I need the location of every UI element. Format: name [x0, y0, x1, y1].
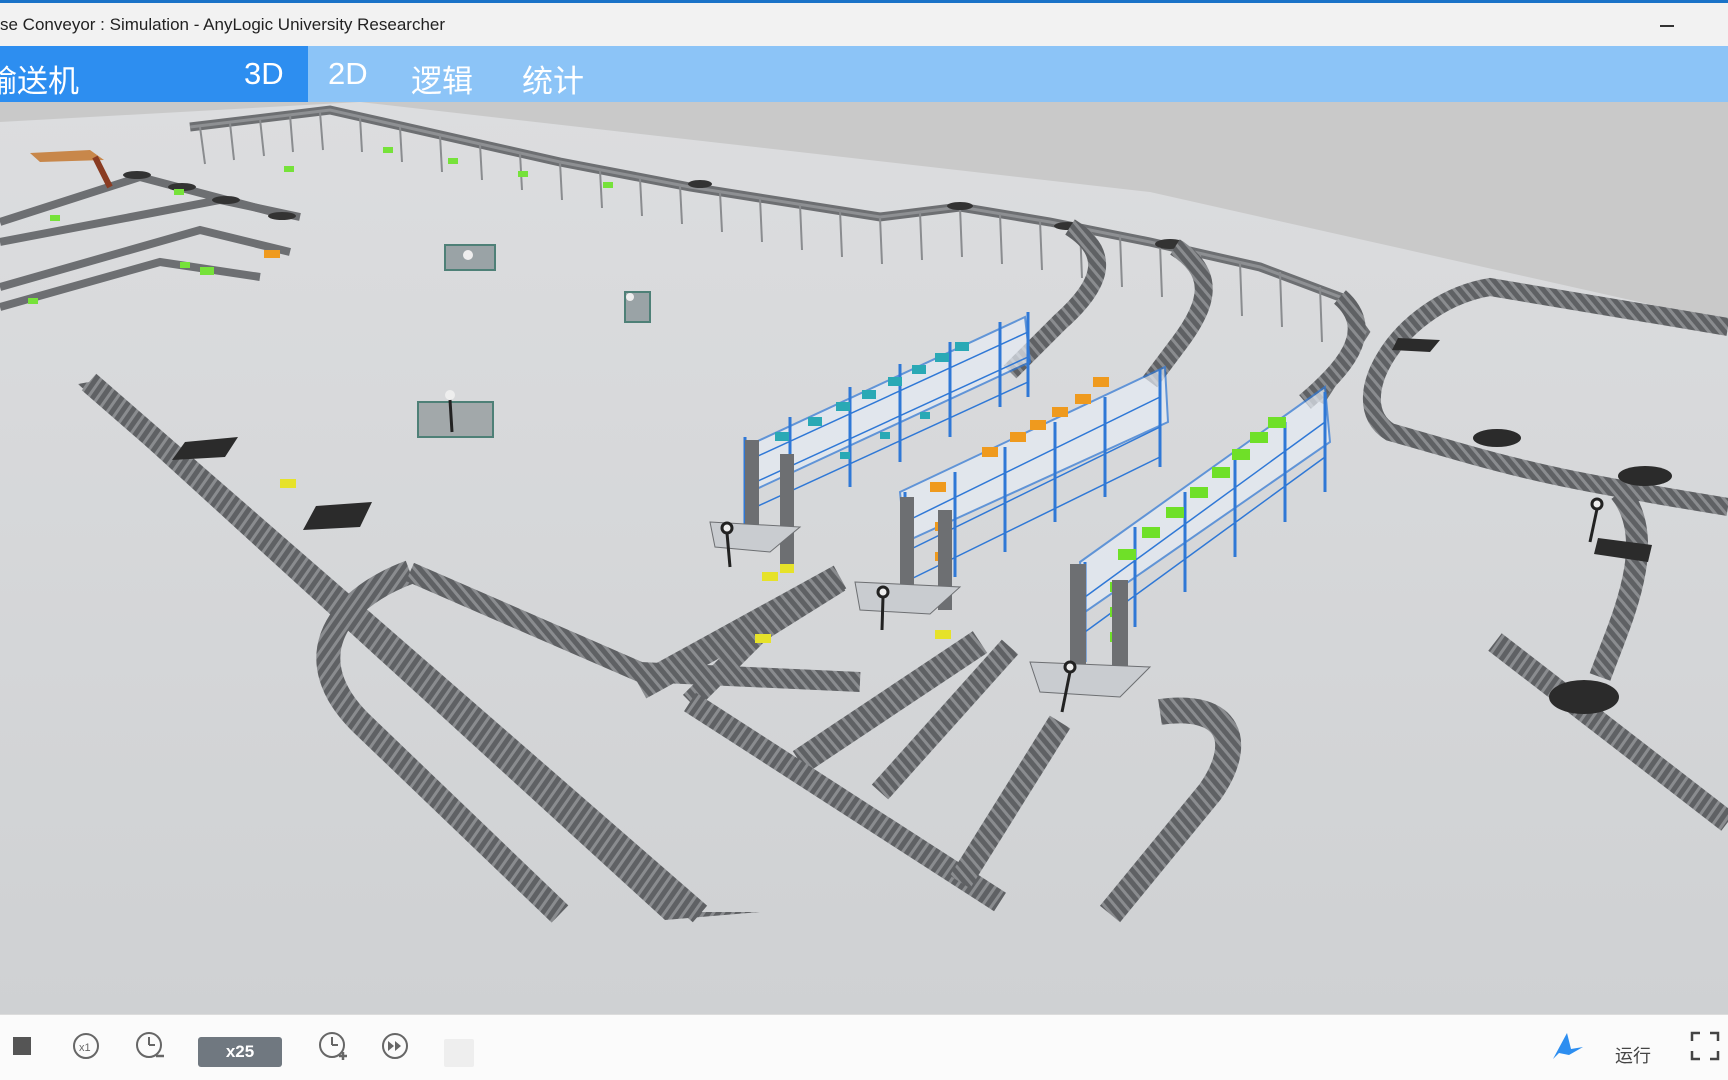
tab-3d[interactable]: 3D [244, 56, 284, 92]
simulation-control-bar: x1 x25 运行 [0, 1014, 1728, 1080]
workstation-a [444, 244, 496, 271]
run-status-label: 运行 [1615, 1046, 1651, 1066]
anylogic-logo [1548, 1029, 1588, 1063]
stop-icon [13, 1037, 31, 1055]
warehouse-3d-scene [0, 102, 1728, 1014]
x1-speed-icon: x1 [73, 1033, 99, 1059]
window-title: se Conveyor : Simulation - AnyLogic Univ… [0, 15, 446, 34]
simulation-3d-viewport[interactable] [0, 102, 1728, 1014]
workstation-b [624, 291, 651, 323]
blank-toolbar-button[interactable] [444, 1039, 474, 1067]
realtime-x1-button[interactable]: x1 [70, 1029, 102, 1063]
speed-indicator: x25 [198, 1037, 282, 1067]
tab-conveyor[interactable]: 输送机 [0, 56, 79, 101]
tab-2d[interactable]: 2D [328, 56, 368, 92]
anylogic-logo-icon [1553, 1033, 1583, 1059]
slow-down-button[interactable] [133, 1029, 167, 1063]
window-titlebar: se Conveyor : Simulation - AnyLogic Univ… [0, 0, 1728, 46]
tab-logic[interactable]: 逻辑 [411, 56, 473, 101]
minimize-icon[interactable] [1660, 25, 1674, 27]
stop-button[interactable] [10, 1029, 34, 1063]
view-tab-bar: 输送机 3D 2D 逻辑 统计 [0, 46, 1728, 102]
fast-forward-icon [382, 1033, 408, 1059]
svg-text:x1: x1 [79, 1042, 91, 1054]
slow-down-icon [136, 1032, 164, 1058]
fast-forward-button[interactable] [379, 1029, 411, 1063]
tab-statistics[interactable]: 统计 [522, 56, 584, 101]
speed-up-button[interactable] [316, 1029, 350, 1063]
fullscreen-button[interactable] [1688, 1029, 1722, 1063]
fullscreen-icon [1690, 1031, 1720, 1061]
speed-up-icon [319, 1032, 347, 1060]
